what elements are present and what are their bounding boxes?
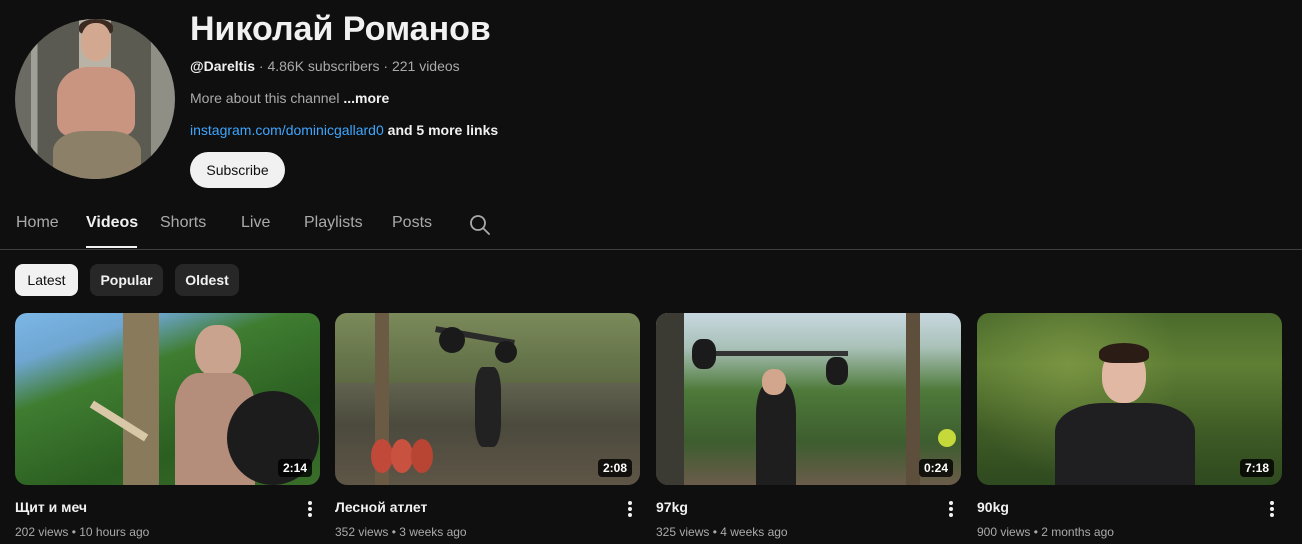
video-meta: 352 views • 3 weeks ago <box>335 525 467 539</box>
filter-chip-latest[interactable]: Latest <box>15 264 78 296</box>
tab-playlists[interactable]: Playlists <box>304 214 363 232</box>
video-title[interactable]: Лесной атлет <box>335 499 427 515</box>
video-card[interactable]: 2:08 Лесной атлет 352 views • 3 weeks ag… <box>335 313 640 544</box>
video-meta: 325 views • 4 weeks ago <box>656 525 788 539</box>
video-meta: 202 views • 10 hours ago <box>15 525 150 539</box>
about-text: More about this channel <box>190 90 344 106</box>
video-card[interactable]: 0:24 97kg 325 views • 4 weeks ago <box>656 313 961 544</box>
subscribe-button[interactable]: Subscribe <box>190 152 285 188</box>
tab-live[interactable]: Live <box>241 214 270 232</box>
channel-about[interactable]: More about this channel ...more <box>190 90 389 106</box>
video-thumbnail[interactable]: 0:24 <box>656 313 961 485</box>
video-duration: 7:18 <box>1239 459 1274 477</box>
channel-name: Николай Романов <box>190 10 491 48</box>
more-options-icon[interactable] <box>945 499 957 519</box>
more-options-icon[interactable] <box>1266 499 1278 519</box>
channel-links: instagram.com/dominicgallard0 and 5 more… <box>190 122 498 138</box>
filter-chip-oldest[interactable]: Oldest <box>175 264 239 296</box>
channel-stats: · 4.86K subscribers · 221 videos <box>255 58 460 74</box>
more-options-icon[interactable] <box>304 499 316 519</box>
video-thumbnail[interactable]: 2:14 <box>15 313 320 485</box>
video-meta: 900 views • 2 months ago <box>977 525 1114 539</box>
video-card[interactable]: 7:18 90kg 900 views • 2 months ago <box>977 313 1282 544</box>
video-duration: 2:14 <box>277 459 312 477</box>
more-links[interactable]: and 5 more links <box>384 122 499 138</box>
tab-videos[interactable]: Videos <box>86 214 138 232</box>
video-duration: 0:24 <box>918 459 953 477</box>
video-title[interactable]: 97kg <box>656 499 688 515</box>
search-icon[interactable] <box>468 213 492 237</box>
tab-home[interactable]: Home <box>16 214 59 232</box>
channel-tabs: Home Videos Shorts Live Playlists Posts <box>0 198 1302 250</box>
instagram-link[interactable]: instagram.com/dominicgallard0 <box>190 122 384 138</box>
video-thumbnail[interactable]: 2:08 <box>335 313 640 485</box>
video-thumbnail[interactable]: 7:18 <box>977 313 1282 485</box>
more-options-icon[interactable] <box>624 499 636 519</box>
tab-shorts[interactable]: Shorts <box>160 214 206 232</box>
tab-posts[interactable]: Posts <box>392 214 432 232</box>
video-duration: 2:08 <box>597 459 632 477</box>
about-more-link[interactable]: ...more <box>343 90 389 106</box>
active-tab-indicator <box>86 246 137 248</box>
video-card[interactable]: 2:14 Щит и меч 202 views • 10 hours ago <box>15 313 320 544</box>
video-title[interactable]: Щит и меч <box>15 499 87 515</box>
channel-handle: @Dareltis <box>190 58 256 74</box>
video-title[interactable]: 90kg <box>977 499 1009 515</box>
channel-meta: @Dareltis · 4.86K subscribers · 221 vide… <box>190 58 460 74</box>
channel-avatar <box>15 19 175 179</box>
filter-chip-popular[interactable]: Popular <box>90 264 163 296</box>
